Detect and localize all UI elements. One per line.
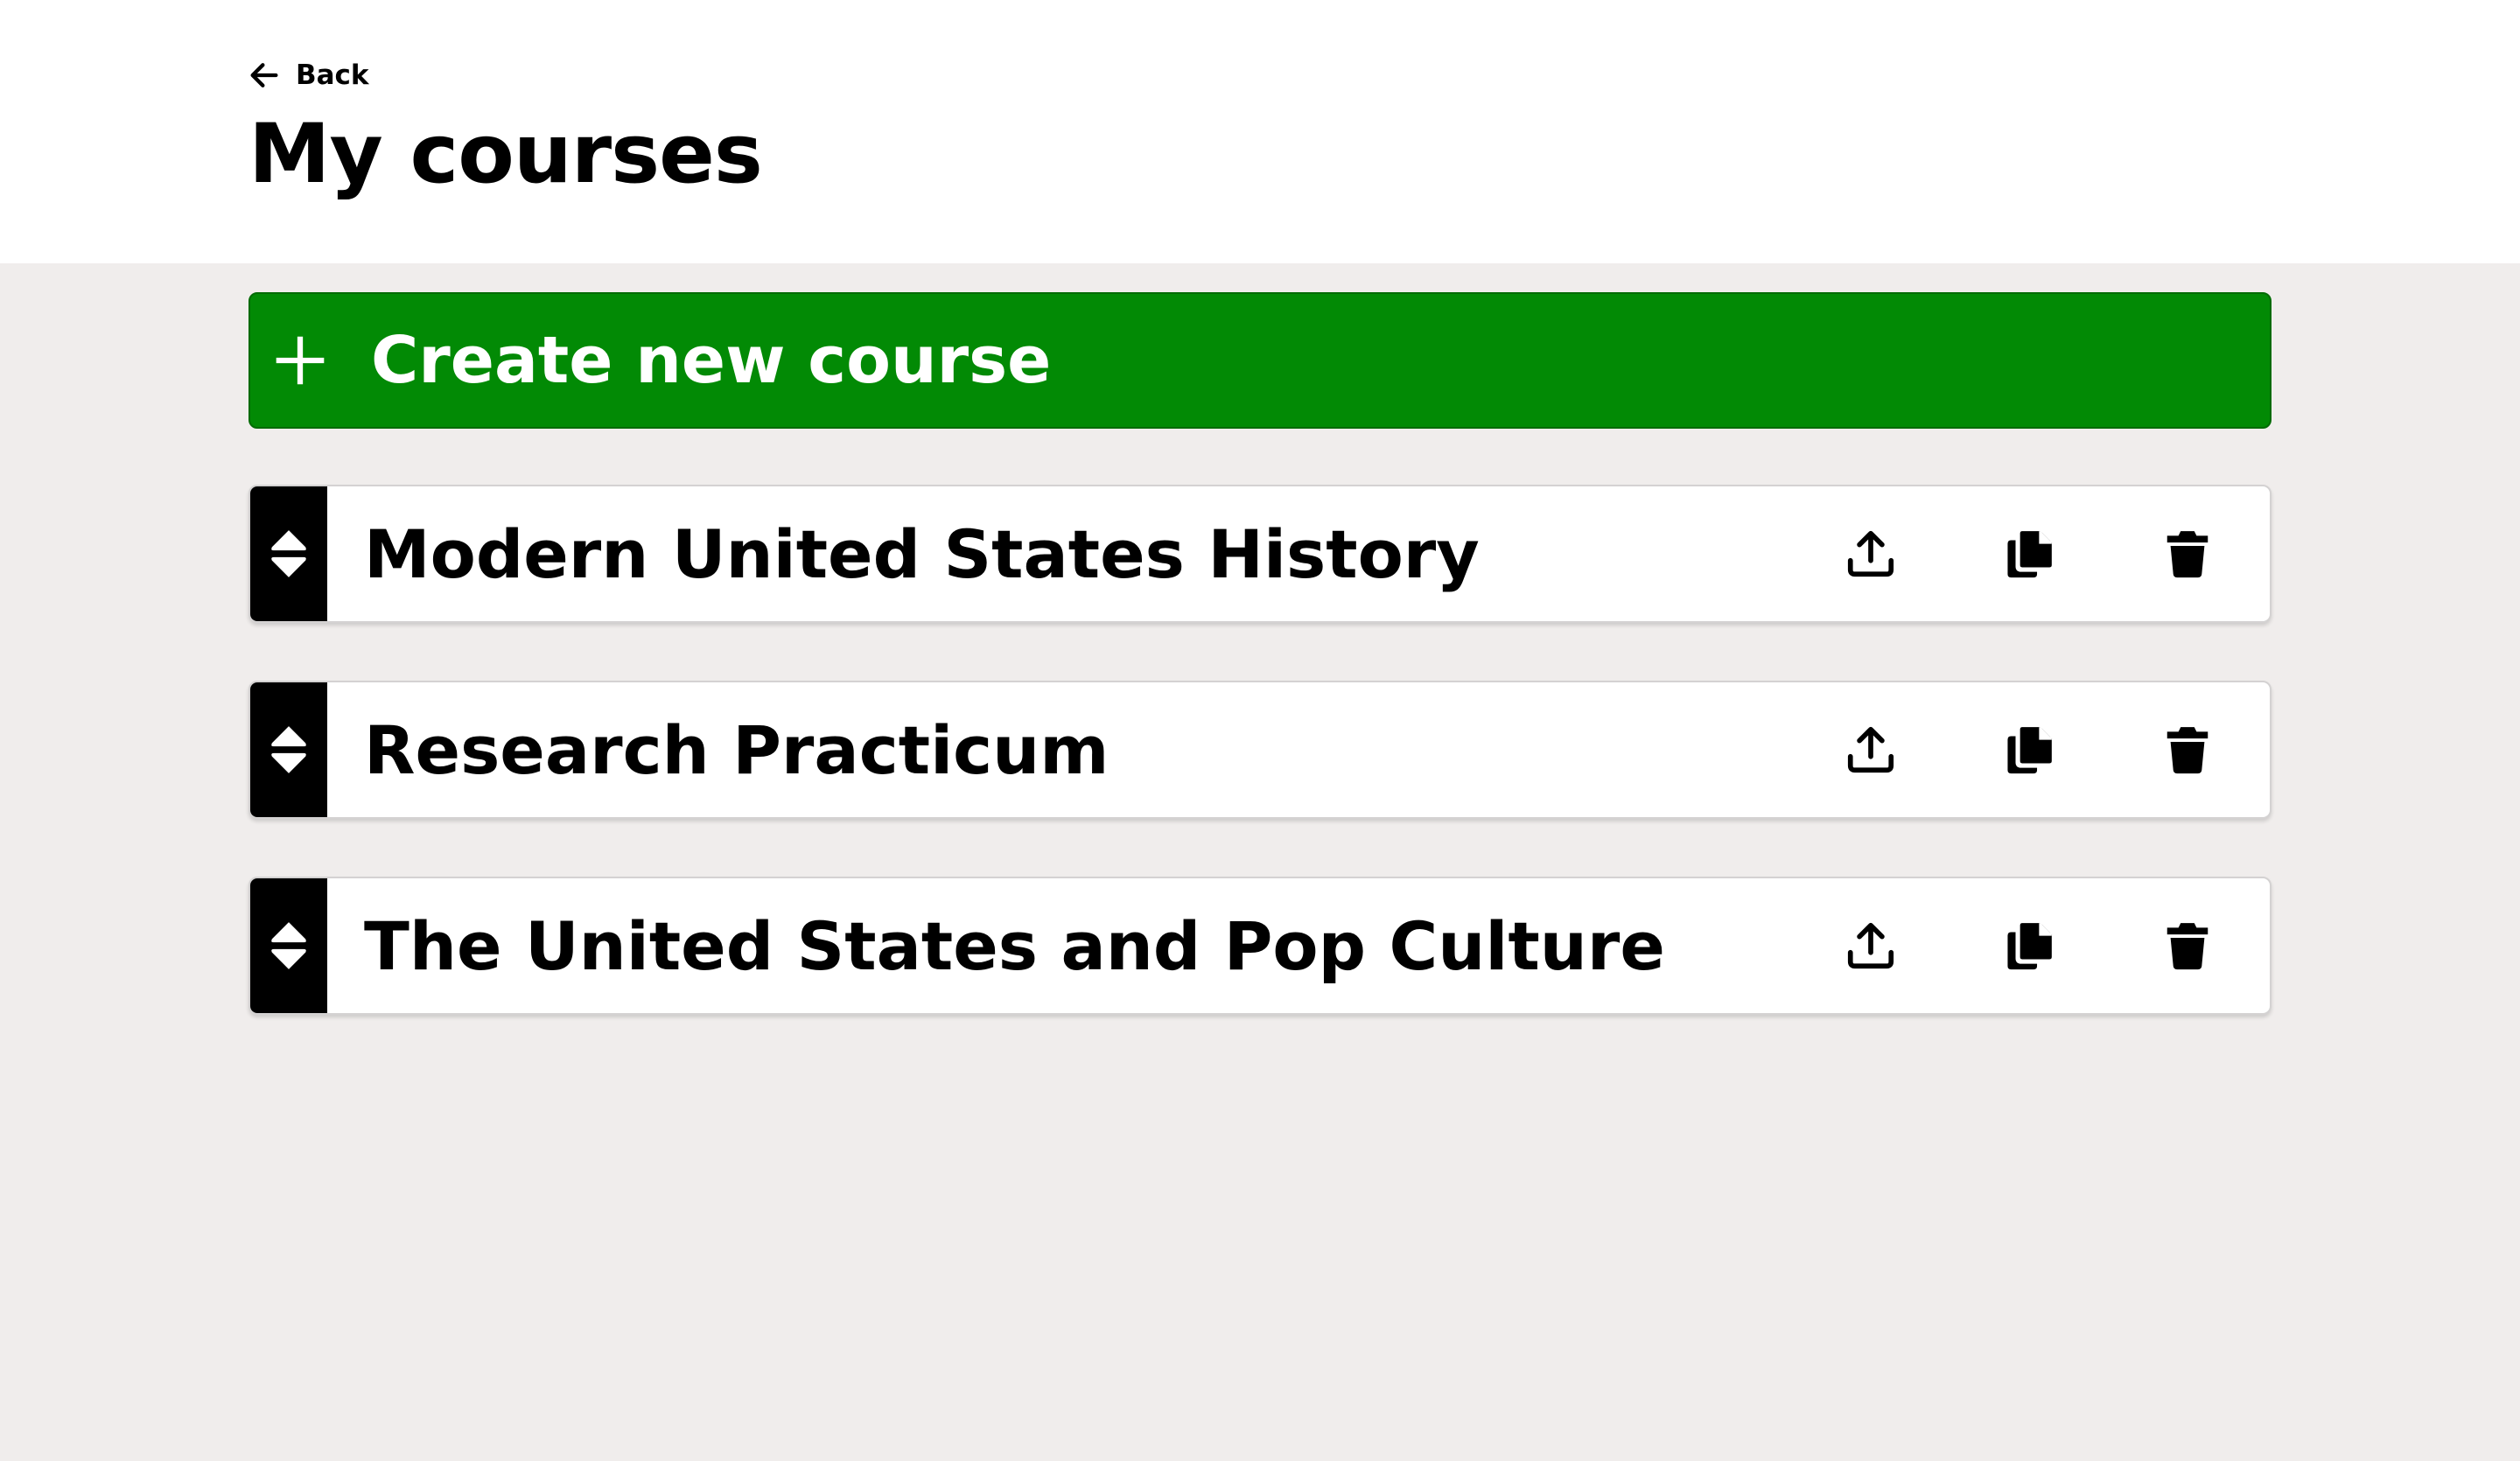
trash-icon	[2166, 923, 2208, 970]
drag-handle-icon	[271, 530, 306, 577]
course-row[interactable]: The United States and Pop Culture	[248, 877, 2272, 1015]
course-row[interactable]: Modern United States History	[248, 485, 2272, 623]
page-header: Back My courses	[0, 0, 2520, 263]
course-row[interactable]: Research Practicum	[248, 681, 2272, 819]
trash-icon	[2166, 531, 2208, 578]
drag-handle-icon	[271, 726, 306, 773]
course-title[interactable]: The United States and Pop Culture	[364, 878, 1665, 1013]
drag-handle[interactable]	[250, 682, 327, 817]
copy-button[interactable]	[1998, 914, 2061, 977]
plus-icon	[276, 336, 325, 385]
course-title[interactable]: Research Practicum	[364, 682, 1109, 817]
drag-handle[interactable]	[250, 878, 327, 1013]
drag-handle[interactable]	[250, 486, 327, 621]
arrow-left-icon	[250, 63, 278, 87]
trash-icon	[2166, 727, 2208, 774]
export-button[interactable]	[1839, 718, 1902, 781]
page-title: My courses	[248, 107, 763, 202]
copy-button[interactable]	[1998, 522, 2061, 585]
delete-button[interactable]	[2156, 914, 2219, 977]
copy-button[interactable]	[1998, 718, 2061, 781]
create-new-course-button[interactable]: Create new course	[248, 292, 2272, 429]
course-title[interactable]: Modern United States History	[364, 486, 1480, 621]
create-new-course-label: Create new course	[371, 323, 1052, 398]
export-button[interactable]	[1839, 914, 1902, 977]
export-icon	[1847, 530, 1894, 577]
export-button[interactable]	[1839, 522, 1902, 585]
delete-button[interactable]	[2156, 522, 2219, 585]
drag-handle-icon	[271, 922, 306, 969]
delete-button[interactable]	[2156, 718, 2219, 781]
export-icon	[1847, 922, 1894, 969]
copy-icon	[2007, 923, 2052, 970]
copy-icon	[2007, 727, 2052, 774]
back-link[interactable]: Back	[247, 58, 369, 93]
back-label: Back	[296, 59, 369, 91]
copy-icon	[2007, 531, 2052, 578]
export-icon	[1847, 726, 1894, 773]
